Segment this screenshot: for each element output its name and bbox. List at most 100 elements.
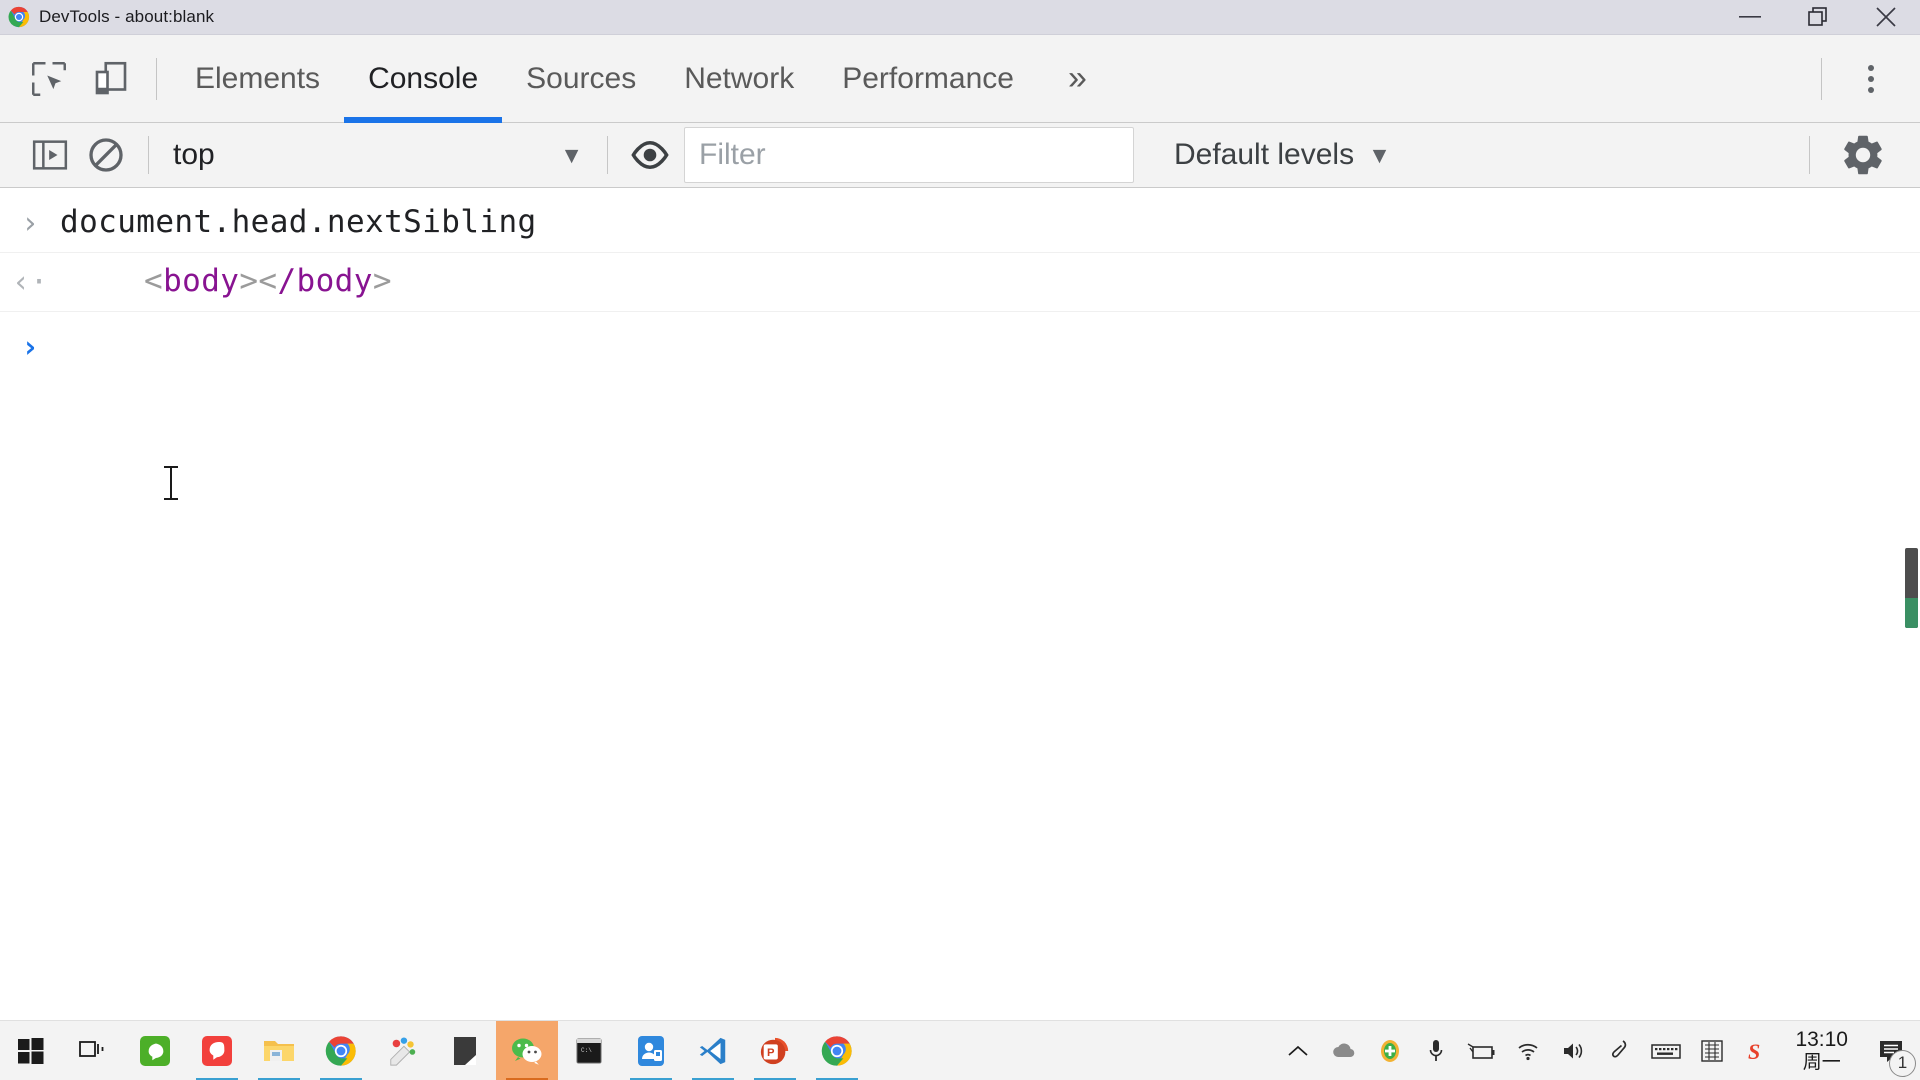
tray-battery[interactable]	[1459, 1021, 1505, 1080]
close-button[interactable]	[1852, 0, 1920, 35]
tray-network[interactable]	[1505, 1021, 1551, 1080]
sogou-icon: S	[1748, 1039, 1760, 1064]
taskbar-terminal[interactable]: C:\	[558, 1021, 620, 1080]
ime-icon	[1701, 1039, 1724, 1062]
text-cursor-icon	[164, 466, 178, 500]
powerpoint-icon: P	[760, 1037, 789, 1064]
console-prompt-caret-icon: ›	[20, 329, 40, 365]
svg-text:C:\: C:\	[581, 1047, 592, 1054]
taskbar-paint3d[interactable]	[372, 1021, 434, 1080]
toolbar-divider	[156, 57, 157, 100]
taskbar-file-explorer[interactable]	[248, 1021, 310, 1080]
tray-show-hidden[interactable]	[1275, 1021, 1321, 1080]
settings-button[interactable]	[1824, 124, 1902, 186]
windows-taskbar: C:\ P S 13:10 周一 1	[0, 1020, 1920, 1080]
tab-network[interactable]: Network	[660, 35, 818, 123]
execution-context-selector[interactable]: top ▼	[163, 129, 593, 181]
taskbar-chrome-devtools[interactable]	[806, 1021, 868, 1080]
tab-performance[interactable]: Performance	[818, 35, 1038, 123]
keyboard-icon	[1651, 1043, 1682, 1059]
taskbar-clock[interactable]: 13:10 周一	[1781, 1021, 1862, 1080]
tag-open-bracket: <	[144, 262, 164, 299]
restore-button[interactable]	[1784, 0, 1852, 35]
console-sidebar-icon	[32, 140, 68, 170]
phone-green-icon	[140, 1035, 170, 1066]
cloud-icon	[1333, 1042, 1355, 1057]
tray-cloud[interactable]	[1321, 1021, 1367, 1080]
tab-elements-label: Elements	[195, 61, 321, 95]
devtools-window: DevTools - about:blank Elements Console …	[0, 0, 1920, 1080]
tray-ime[interactable]	[1689, 1021, 1735, 1080]
tab-console[interactable]: Console	[344, 35, 503, 123]
taskbar-notes[interactable]	[434, 1021, 496, 1080]
filter-placeholder: Filter	[699, 138, 766, 171]
taskbar-app-blue[interactable]	[620, 1021, 682, 1080]
window-title: DevTools - about:blank	[39, 7, 215, 26]
console-input-gutter-icon: ›	[20, 206, 40, 241]
console-toolbar-divider-1	[148, 136, 149, 174]
scrollbar-highlight	[1905, 598, 1918, 628]
tab-bar-divider	[1821, 57, 1822, 100]
inspect-element-icon	[32, 61, 66, 96]
settings-gear-icon	[1844, 135, 1882, 175]
restore-icon	[1808, 7, 1827, 26]
close-icon	[1876, 7, 1896, 27]
taskbar-powerpoint[interactable]: P	[744, 1021, 806, 1080]
blue-app-icon	[638, 1035, 664, 1066]
task-view-button[interactable]	[62, 1021, 124, 1080]
taskbar-app-phone-red[interactable]	[186, 1021, 248, 1080]
start-button[interactable]	[0, 1021, 62, 1080]
tag-name-close: /body	[277, 262, 373, 299]
inspect-element-button[interactable]	[18, 48, 80, 110]
tray-sogou[interactable]: S	[1735, 1021, 1781, 1080]
log-levels-selector[interactable]: Default levels ▼	[1156, 129, 1409, 181]
console-result-value: <body></body>	[60, 261, 392, 303]
svg-text:P: P	[767, 1047, 775, 1059]
more-tabs-button[interactable]: »	[1052, 35, 1103, 123]
console-sidebar-button[interactable]	[22, 129, 78, 181]
tray-keyboard[interactable]	[1643, 1021, 1689, 1080]
tab-elements[interactable]: Elements	[171, 35, 344, 123]
terminal-icon: C:\	[576, 1038, 602, 1063]
console-prompt-row[interactable]: ›	[0, 312, 1920, 365]
console-output-message[interactable]: ‹· <body></body>	[0, 253, 1920, 312]
tag-close-open-bracket: ><	[239, 262, 278, 299]
tray-pen[interactable]	[1597, 1021, 1643, 1080]
taskbar-vscode[interactable]	[682, 1021, 744, 1080]
tray-volume[interactable]	[1551, 1021, 1597, 1080]
device-toolbar-button[interactable]	[80, 48, 142, 110]
console-scrollbar-thumb[interactable]	[1905, 548, 1918, 628]
tray-microphone[interactable]	[1413, 1021, 1459, 1080]
tab-network-label: Network	[684, 61, 795, 95]
pen-icon	[1612, 1039, 1627, 1058]
tab-sources[interactable]: Sources	[502, 35, 660, 123]
more-options-button[interactable]	[1836, 48, 1906, 110]
windows-start-icon	[18, 1037, 44, 1064]
minimize-button[interactable]	[1716, 0, 1784, 35]
tray-security[interactable]	[1367, 1021, 1413, 1080]
taskbar-chrome[interactable]	[310, 1021, 372, 1080]
chrome-icon	[325, 1035, 356, 1066]
clear-console-icon	[89, 138, 123, 172]
title-bar: DevTools - about:blank	[0, 0, 1920, 35]
tab-console-label: Console	[368, 61, 479, 95]
devtools-tab-bar: Elements Console Sources Network Perform…	[0, 35, 1920, 123]
console-output-panel[interactable]: › document.head.nextSibling ‹· <body></b…	[0, 188, 1920, 1020]
filter-input[interactable]: Filter	[684, 127, 1134, 183]
wifi-icon	[1518, 1043, 1538, 1060]
taskbar-wechat[interactable]	[496, 1020, 558, 1080]
tag-name-open: body	[163, 262, 240, 299]
action-center-button[interactable]: 1	[1862, 1021, 1920, 1080]
console-toolbar: top ▼ Filter Default levels ▼	[0, 123, 1920, 188]
console-input-expression: document.head.nextSibling	[60, 204, 537, 240]
tab-sources-label: Sources	[526, 61, 637, 95]
clear-console-button[interactable]	[78, 129, 134, 181]
console-scrollbar[interactable]	[1902, 188, 1920, 1020]
paint-3d-icon	[390, 1036, 416, 1066]
console-input-message[interactable]: › document.head.nextSibling	[0, 188, 1920, 253]
taskbar-app-phone-green[interactable]	[124, 1021, 186, 1080]
file-explorer-icon	[264, 1040, 294, 1061]
battery-icon	[1468, 1042, 1495, 1059]
live-expression-button[interactable]	[622, 129, 678, 181]
system-tray: S	[1275, 1021, 1781, 1080]
